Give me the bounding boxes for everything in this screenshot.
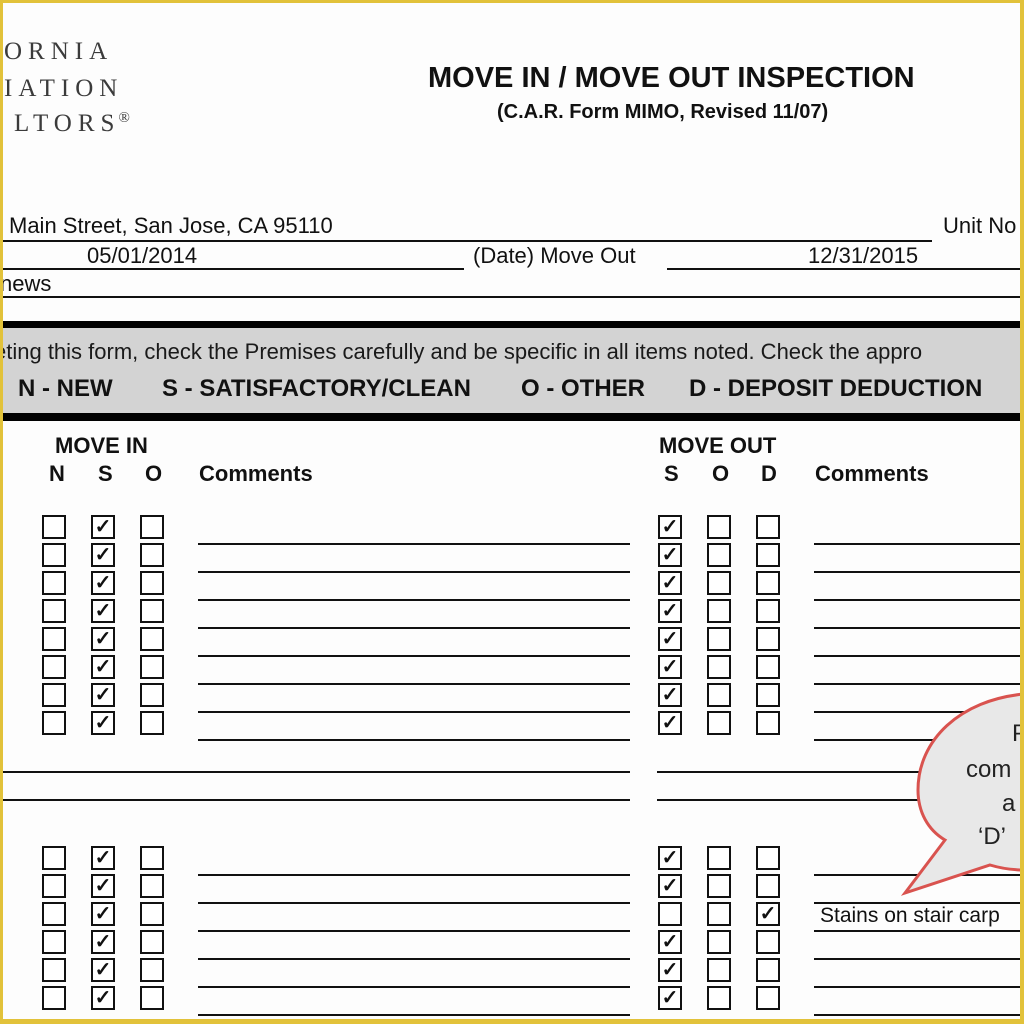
callout-line-2: com [966, 756, 1012, 783]
callout-line-4: ‘D’ [978, 823, 1006, 850]
callout-line-1: P [1012, 720, 1024, 747]
callout-bubble [900, 692, 1024, 896]
callout-line-3: a [1002, 790, 1016, 817]
